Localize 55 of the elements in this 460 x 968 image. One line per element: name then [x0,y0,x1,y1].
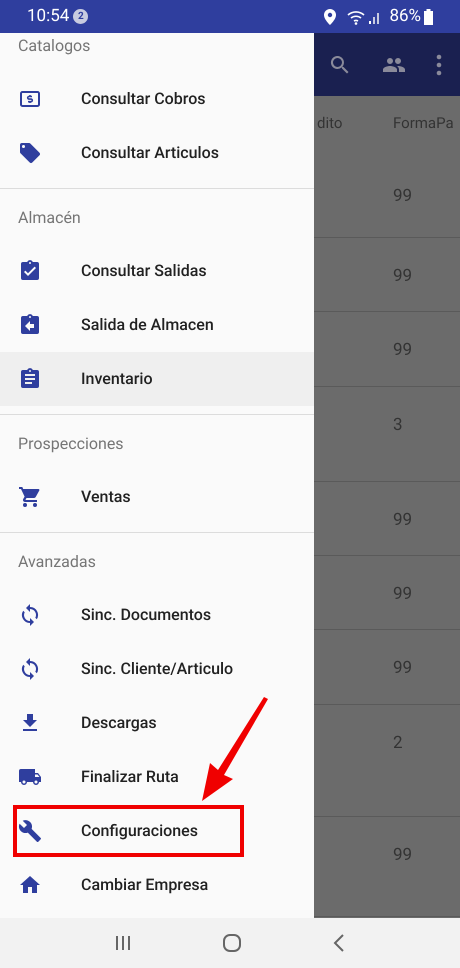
table-cell-text: 99 [393,844,412,867]
menu-item[interactable]: Inventario [0,352,314,406]
table-cell-text: 99 [393,657,412,680]
clipboard-list-icon [18,367,42,391]
menu-item-label: Inventario [81,368,153,390]
menu-item[interactable]: Ventas [0,470,314,524]
menu-item-label: Salida de Almacen [81,314,214,336]
menu-item-label: Finalizar Ruta [81,766,179,788]
section-header: Catalogos [17,35,92,57]
more-icon[interactable] [436,54,442,76]
wrench-icon [18,819,42,843]
table-cell-text: 2 [393,732,403,755]
column-header: dito [317,113,342,134]
back-icon[interactable] [332,934,345,952]
table-cell-text: 3 [393,414,403,437]
clipboard-arrow-icon [18,313,42,337]
menu-item[interactable]: Sinc. Documentos [0,588,314,642]
menu-item-label: Configuraciones [81,820,198,842]
menu-item[interactable]: Finalizar Ruta [0,750,314,804]
home-icon[interactable] [222,933,242,953]
notification-badge: 2 [73,9,88,24]
menu-item-label: Cambiar Empresa [81,874,208,896]
recent-apps-icon[interactable] [115,935,132,951]
menu-item[interactable]: Consultar Articulos [0,126,314,180]
menu-item[interactable]: Consultar Cobros [0,72,314,126]
table-cell-text: 99 [393,583,412,606]
column-header: FormaPa [393,113,454,134]
wifi-icon [346,8,366,24]
tag-icon [18,141,42,165]
clipboard-check-icon [18,259,42,283]
menu-item-label: Ventas [81,486,131,508]
cart-icon [18,485,42,509]
section-header: Avanzadas [17,551,97,573]
table-cell-text: 99 [393,509,412,532]
menu-item[interactable]: Descargas [0,696,314,750]
battery-percent: 86% [389,4,421,28]
location-icon [324,8,336,24]
menu-item-label: Consultar Salidas [81,260,207,282]
menu-item-label: Descargas [81,712,157,734]
menu-item-label: Consultar Articulos [81,142,219,164]
battery-icon [424,8,433,24]
menu-item-label: Sinc. Cliente/Articulo [81,658,234,680]
section-header: Almacén [17,207,82,229]
menu-item[interactable]: Configuraciones [0,804,314,858]
table-cell-text: 99 [393,339,412,362]
menu-item[interactable]: Sinc. Cliente/Articulo [0,642,314,696]
section-header: Prospecciones [17,433,125,455]
clock-time: 10:54 [27,4,70,28]
menu-item[interactable]: Cambiar Empresa [0,858,314,912]
table-cell-text: 99 [393,265,412,288]
menu-item[interactable]: Salida de Almacen [0,298,314,352]
menu-item-label: Sinc. Documentos [81,604,212,626]
menu-item-label: Consultar Cobros [81,88,206,110]
menu-item[interactable]: Consultar Salidas [0,244,314,298]
table-cell-text: 99 [393,185,412,208]
